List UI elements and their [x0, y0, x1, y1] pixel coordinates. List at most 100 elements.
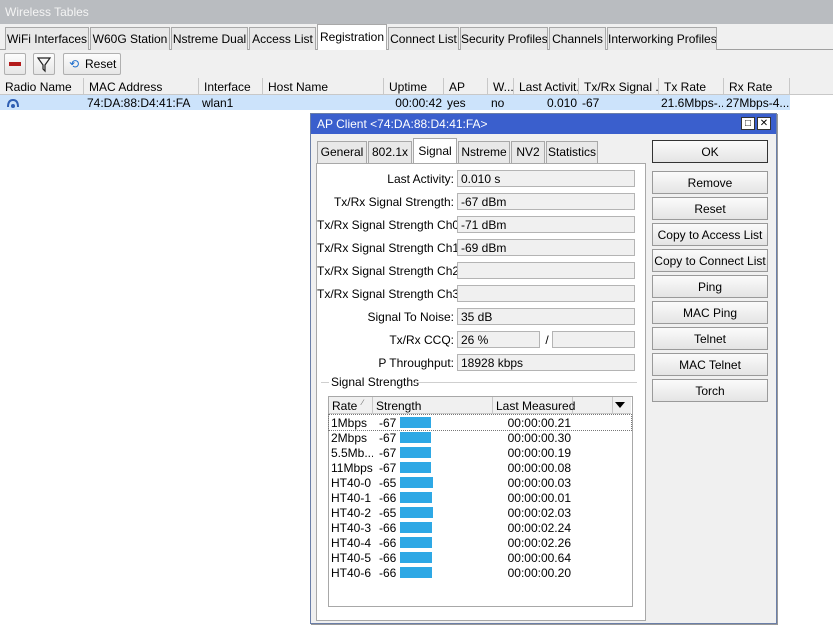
- col-ap[interactable]: AP: [444, 78, 488, 95]
- rate-cell: HT40-4: [331, 536, 372, 550]
- strength-value: -66: [379, 566, 397, 580]
- list-item[interactable]: HT40-0 -65 00:00:00.03: [329, 475, 631, 490]
- copy-to-connect-list-button[interactable]: Copy to Connect List: [652, 249, 768, 272]
- list-item[interactable]: HT40-4 -66 00:00:02.26: [329, 535, 631, 550]
- signal-ch3-field: [457, 285, 635, 302]
- tab-security-profiles[interactable]: Security Profiles: [460, 27, 548, 50]
- list-item[interactable]: 2Mbps -67 00:00:00.30: [329, 430, 631, 445]
- list-item[interactable]: 11Mbps -67 00:00:00.08: [329, 460, 631, 475]
- mac-ping-button[interactable]: MAC Ping: [652, 301, 768, 324]
- cell-w: no: [491, 96, 505, 110]
- strength-value: -66: [379, 521, 397, 535]
- filter-button[interactable]: [33, 53, 55, 75]
- col-interface[interactable]: Interface: [199, 78, 263, 95]
- signal-strengths-table: Rate ∕ Strength Last Measured 1Mbps -67 00…: [328, 396, 633, 607]
- rate-cell: HT40-2: [331, 506, 372, 520]
- remove-button[interactable]: Remove: [652, 171, 768, 194]
- signal-ch2-label: Tx/Rx Signal Strength Ch2:: [317, 264, 463, 278]
- tab-connect-list[interactable]: Connect List: [388, 27, 459, 50]
- list-item[interactable]: 5.5Mb... -67 00:00:00.19: [329, 445, 631, 460]
- list-item[interactable]: HT40-6 -66 00:00:00.20: [329, 565, 631, 580]
- rate-cell: 2Mbps: [331, 431, 368, 445]
- col-w[interactable]: W...: [488, 78, 514, 95]
- col-uptime[interactable]: Uptime: [384, 78, 444, 95]
- reset-button[interactable]: ⟲ Reset: [63, 53, 121, 75]
- rate-cell: 5.5Mb...: [331, 446, 373, 460]
- tab-interworking-profiles[interactable]: Interworking Profiles: [607, 27, 717, 50]
- last-measured-cell: 00:00:02.24: [507, 521, 571, 535]
- ap-client-dialog: AP Client <74:DA:88:D4:41:FA> □ ✕ Genera…: [310, 113, 777, 624]
- signal-ch1-field: -69 dBm: [457, 239, 635, 256]
- col-last-measured[interactable]: Last Measured: [493, 397, 575, 414]
- col-host-name[interactable]: Host Name: [263, 78, 384, 95]
- strength-bar: [400, 432, 431, 443]
- signal-ch0-field: -71 dBm: [457, 216, 635, 233]
- throughput-label: P Throughput:: [378, 356, 454, 370]
- tab-w60g-station[interactable]: W60G Station: [90, 27, 170, 50]
- maximize-icon[interactable]: □: [741, 117, 755, 130]
- strength-value: -66: [379, 551, 397, 565]
- cell-tx-rate: 21.6Mbps-...: [661, 96, 723, 110]
- throughput-field: 18928 kbps: [457, 354, 635, 371]
- strength-bar: [400, 567, 432, 578]
- cell-rx-rate: 27Mbps-4...: [726, 96, 790, 110]
- snr-label: Signal To Noise:: [367, 310, 455, 324]
- dialog-tab-signal[interactable]: Signal: [413, 138, 457, 164]
- ping-button[interactable]: Ping: [652, 275, 768, 298]
- signal-panel: Last Activity: 0.010 s Tx/Rx Signal Stre…: [316, 163, 646, 621]
- col-strength[interactable]: Strength: [373, 397, 493, 414]
- dialog-tab-nstreme[interactable]: Nstreme: [458, 141, 510, 163]
- reset-icon: ⟲: [69, 57, 80, 71]
- col-tx-rate[interactable]: Tx Rate: [659, 78, 724, 95]
- tab-access-list[interactable]: Access List: [249, 27, 316, 50]
- col-rx-rate[interactable]: Rx Rate: [724, 78, 790, 95]
- signal-ch3-label: Tx/Rx Signal Strength Ch3:: [317, 287, 463, 301]
- signal-ch2-field: [457, 262, 635, 279]
- tab-channels[interactable]: Channels: [549, 27, 606, 50]
- tab-registration[interactable]: Registration: [317, 24, 387, 51]
- col-last-activity[interactable]: Last Activit...: [514, 78, 579, 95]
- list-item[interactable]: HT40-2 -65 00:00:02.03: [329, 505, 631, 520]
- dialog-tab-8021x[interactable]: 802.1x: [368, 141, 412, 163]
- col-mac-address[interactable]: MAC Address: [84, 78, 199, 95]
- registration-table-header: Radio Name MAC Address Interface Host Na…: [0, 78, 833, 95]
- ok-button[interactable]: OK: [652, 140, 768, 163]
- rate-cell: 1Mbps: [331, 416, 368, 430]
- strength-value: -67: [379, 431, 397, 445]
- dialog-tab-general[interactable]: General: [317, 141, 367, 163]
- strength-value: -67: [379, 461, 397, 475]
- dialog-tab-nv2[interactable]: NV2: [511, 141, 545, 163]
- tab-nstreme-dual[interactable]: Nstreme Dual: [171, 27, 248, 50]
- toolbar: ⟲ Reset: [0, 50, 833, 78]
- list-item[interactable]: HT40-1 -66 00:00:00.01: [329, 490, 631, 505]
- list-item[interactable]: HT40-3 -66 00:00:02.24: [329, 520, 631, 535]
- table-row[interactable]: 74:DA:88:D4:41:FA wlan1 00:00:42 yes no …: [0, 95, 790, 110]
- column-menu-icon[interactable]: [615, 402, 625, 408]
- close-icon[interactable]: ✕: [757, 117, 771, 130]
- col-rate[interactable]: Rate ∕: [329, 397, 373, 414]
- strength-bar: [400, 477, 433, 488]
- mac-telnet-button[interactable]: MAC Telnet: [652, 353, 768, 376]
- ccq-separator: /: [545, 333, 549, 347]
- col-radio-name[interactable]: Radio Name: [0, 78, 84, 95]
- cell-signal: -67: [582, 96, 600, 110]
- col-signal[interactable]: Tx/Rx Signal ...: [579, 78, 659, 95]
- strength-bar: [400, 537, 432, 548]
- reset-button[interactable]: Reset: [652, 197, 768, 220]
- copy-to-access-list-button[interactable]: Copy to Access List: [652, 223, 768, 246]
- cell-mac: 74:DA:88:D4:41:FA: [87, 96, 191, 110]
- tab-wifi-interfaces[interactable]: WiFi Interfaces: [5, 27, 89, 50]
- remove-button[interactable]: [4, 53, 26, 75]
- rate-cell: HT40-1: [331, 491, 372, 505]
- dialog-tab-statistics[interactable]: Statistics: [546, 141, 598, 163]
- strength-bar: [400, 492, 432, 503]
- torch-button[interactable]: Torch: [652, 379, 768, 402]
- list-item[interactable]: HT40-5 -66 00:00:00.64: [329, 550, 631, 565]
- list-item[interactable]: 1Mbps -67 00:00:00.21: [328, 414, 632, 431]
- last-measured-cell: 00:00:02.03: [507, 506, 571, 520]
- telnet-button[interactable]: Telnet: [652, 327, 768, 350]
- last-activity-field: 0.010 s: [457, 170, 635, 187]
- ccq-tx-field: 26 %: [457, 331, 540, 348]
- strength-value: -67: [379, 416, 397, 430]
- strength-value: -65: [379, 476, 397, 490]
